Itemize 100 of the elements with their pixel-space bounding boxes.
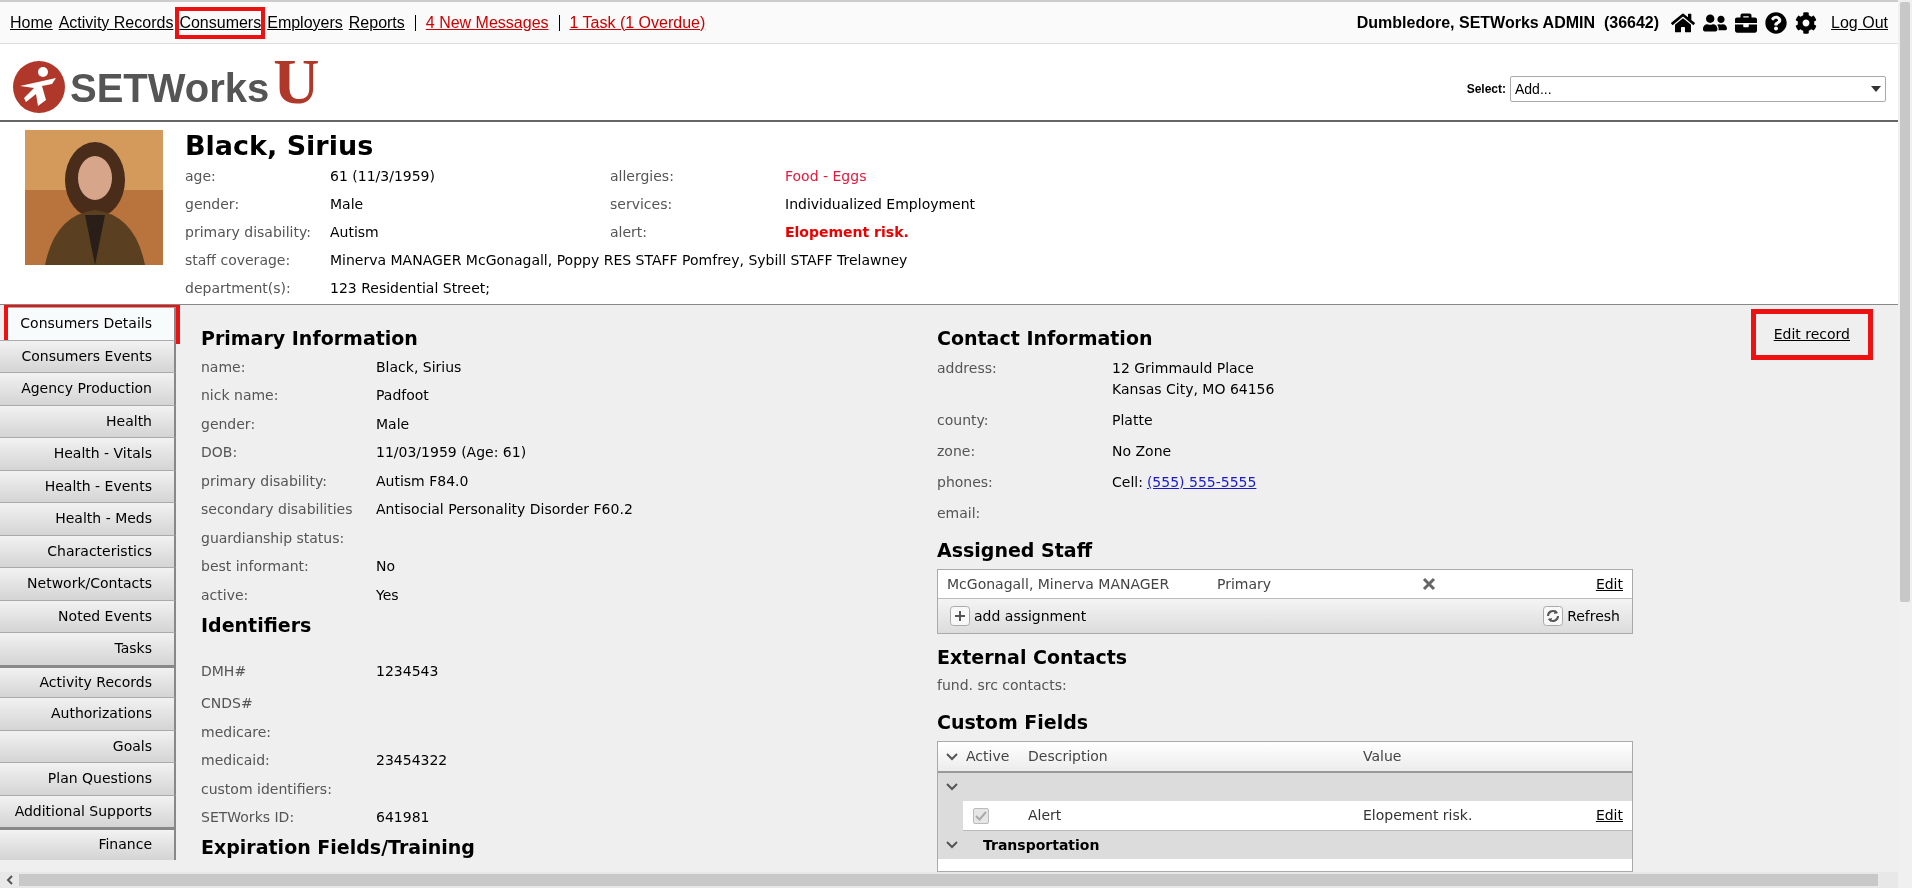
field-label: nick name: — [201, 386, 280, 406]
plus-icon — [950, 606, 970, 626]
field-value: Antisocial Personality Disorder F60.2 — [376, 500, 633, 520]
field-value: 641981 — [376, 808, 430, 828]
caret-icon — [1871, 86, 1881, 92]
sidebar-tab[interactable]: Characteristics — [0, 534, 176, 567]
sidebar-tab[interactable]: Health - Events — [0, 469, 176, 502]
add-select[interactable]: Add... — [1510, 76, 1886, 102]
nav-link[interactable]: Reports — [348, 10, 405, 35]
field-label: best informant: — [201, 557, 310, 577]
edit-link[interactable]: Edit — [1595, 573, 1623, 595]
column-header: Value — [1363, 747, 1402, 766]
user-name: Dumbledore, SETWorks ADMIN (36642) — [1356, 12, 1660, 33]
field-label: name: — [201, 357, 247, 377]
field-value: No Zone — [1112, 442, 1172, 461]
edit-record-link[interactable]: Edit record — [1750, 309, 1873, 360]
nav-link[interactable]: Home — [10, 10, 53, 35]
chevron-down-icon[interactable] — [946, 783, 958, 791]
section-heading: Assigned Staff — [937, 538, 1094, 563]
alert-link[interactable]: 1 Task (1 Overdue) — [569, 10, 706, 35]
field-label: gender: — [201, 414, 257, 434]
field-label: address: — [937, 359, 998, 378]
help-icon[interactable] — [1765, 11, 1788, 34]
consumer-name: Black, Sirius — [185, 130, 375, 162]
field-label: guardianship status: — [201, 528, 346, 548]
field-label: primary disability: — [201, 471, 328, 491]
field-label: zone: — [937, 442, 977, 461]
sidebar-tab[interactable]: Finance — [0, 827, 176, 860]
field-value: Autism — [330, 222, 379, 242]
staff-name: McGonagall, Minerva MANAGER — [947, 574, 1171, 594]
briefcase-icon[interactable] — [1735, 11, 1758, 34]
field-label: DOB: — [201, 443, 239, 463]
field-value: Kansas City, MO 64156 — [1112, 380, 1275, 399]
phone-link[interactable]: (555) 555-5555 — [1146, 472, 1257, 493]
field-value: Elopement risk. — [785, 222, 909, 242]
edit-link[interactable]: Edit — [1595, 805, 1623, 826]
field-value: Minerva MANAGER McGonagall, Poppy RES STAFF Pomfrey, Sybill STAFF Trelawney — [330, 250, 908, 270]
chevron-down-icon[interactable] — [946, 752, 958, 761]
field-value: Elopement risk. — [1363, 806, 1473, 825]
field-value: Male — [330, 194, 364, 214]
sidebar-tab[interactable]: Agency Production — [0, 372, 176, 405]
sidebar-tab[interactable]: Health — [0, 404, 176, 437]
sidebar-tab[interactable]: Health - Meds — [0, 502, 176, 535]
active-checkbox[interactable] — [973, 807, 989, 824]
field-value: 123 Residential Street; — [330, 278, 490, 298]
field-value: 1234543 — [376, 662, 439, 681]
field-label: department(s): — [185, 278, 292, 298]
nav-link[interactable]: Employers — [267, 10, 343, 35]
field-label: DMH# — [201, 662, 248, 681]
staff-role: Primary — [1217, 574, 1273, 594]
field-value: Food - Eggs — [785, 166, 867, 186]
section-heading: Identifiers — [201, 612, 313, 638]
sidebar-tab[interactable]: Plan Questions — [0, 762, 176, 795]
check-icon — [975, 810, 987, 821]
remove-icon[interactable] — [1422, 577, 1436, 591]
column-header: Description — [1028, 747, 1109, 766]
section-heading: Contact Information — [937, 326, 1154, 351]
field-description: Alert — [1028, 806, 1063, 825]
field-label: medicaid: — [201, 751, 271, 771]
horizontal-scrollbar[interactable] — [0, 872, 1898, 888]
sidebar-tab[interactable]: Tasks — [0, 632, 176, 665]
logo-mark-icon — [12, 60, 66, 114]
field-value: Black, Sirius — [376, 357, 462, 377]
field-label: staff coverage: — [185, 250, 292, 270]
scroll-left-icon[interactable] — [6, 875, 13, 885]
field-value: No — [376, 557, 396, 577]
logo-letter: U — [273, 50, 320, 114]
sidebar-tab[interactable]: Goals — [0, 729, 176, 762]
alert-link[interactable]: 4 New Messages — [425, 10, 549, 35]
field-value: 61 (11/3/1959) — [330, 166, 435, 186]
sidebar-tab[interactable]: Noted Events — [0, 599, 176, 632]
vertical-scrollbar[interactable] — [1898, 0, 1912, 888]
refresh-button[interactable]: Refresh — [1543, 605, 1620, 627]
chevron-down-icon[interactable] — [946, 841, 958, 849]
field-label: email: — [937, 504, 982, 523]
field-value: 11/03/1959 (Age: 61) — [376, 443, 527, 463]
nav-link[interactable]: Activity Records — [58, 10, 174, 35]
section-heading: Primary Information — [201, 326, 419, 351]
field-label: CNDS# — [201, 694, 254, 714]
sidebar-tab[interactable]: Authorizations — [0, 697, 176, 730]
field-value: 12 Grimmauld Place — [1112, 359, 1254, 378]
field-value: 23454322 — [376, 751, 448, 771]
sidebar-tab[interactable]: Network/Contacts — [0, 567, 176, 600]
sidebar-tab[interactable]: Health - Vitals — [0, 437, 176, 470]
section-heading: Custom Fields — [937, 710, 1090, 735]
sidebar-tab[interactable]: Additional Supports — [0, 794, 176, 827]
field-value: Individualized Employment — [785, 194, 976, 214]
sidebar-tab[interactable]: Consumers Events — [0, 339, 176, 372]
field-value: Padfoot — [376, 386, 429, 406]
sidebar-tab[interactable]: Activity Records — [0, 664, 176, 697]
settings-icon[interactable] — [1795, 11, 1818, 34]
field-label: SETWorks ID: — [201, 808, 296, 828]
logout-link[interactable]: Log Out — [1831, 10, 1888, 35]
add-assignment-button[interactable]: add assignment — [950, 605, 1087, 627]
field-label: fund. src contacts: — [937, 676, 1068, 695]
field-label: county: — [937, 411, 990, 430]
field-label: age: — [185, 166, 217, 186]
field-label: phones: — [937, 473, 994, 492]
field-label: gender: — [185, 194, 241, 214]
section-heading: External Contacts — [937, 645, 1129, 670]
